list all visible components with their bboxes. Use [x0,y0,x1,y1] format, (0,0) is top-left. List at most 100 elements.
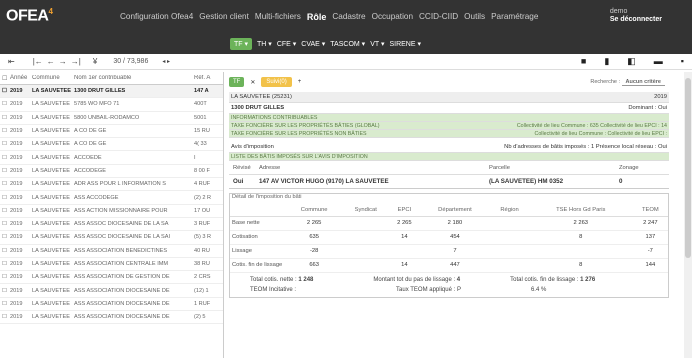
nav-occupation[interactable]: Occupation [372,12,413,22]
nav-cadastre[interactable]: Cadastre [332,12,365,22]
row-checkbox[interactable]: ☐ [2,288,10,294]
cell: LA SAUVETEE [32,114,70,121]
tab-suivi[interactable]: Suivi(0) [261,77,292,87]
top-navbar: OFEA4 Configuration Ofea4 Gestion client… [0,0,692,33]
nav-gestion-client[interactable]: Gestion client [199,12,249,22]
tab-tf[interactable]: TF [229,77,245,87]
app-logo[interactable]: OFEA4 [6,7,116,25]
row-checkbox[interactable]: ☐ [2,248,10,254]
cell: LA SAUVETEE [32,314,70,321]
section-info-contrib[interactable]: INFORMATIONS CONTRIBUABLES [229,114,669,122]
nav-multi-fichiers[interactable]: Multi-fichiers [255,12,301,22]
row-checkbox[interactable]: ☐ [2,88,10,94]
row-checkbox[interactable]: ☐ [2,128,10,134]
list-item[interactable]: ☐ 2019 LA SAUVETEE ASS ASSOC DIOCESAINE DE … [0,231,223,245]
tax-row: Lissage -28 7 -7 [230,244,668,259]
row-checkbox[interactable]: ☐ [2,141,10,147]
logout-link[interactable]: Se déconnecter [610,16,662,23]
record-toolbar: ⇤ |← ← → →| ¥ 30 / 73,986 ◂ ▸ ■ ▮ ◧ ▬ ▪ [0,54,692,70]
subnav-th[interactable]: TH ▾ [257,40,272,48]
list-item[interactable]: ☐ 2019 LA SAUVETEE ACCOEDE I [0,151,223,165]
cell: ADR ASS POUR L INFORMATION S [74,181,166,188]
next-record-icon[interactable]: → [59,57,67,66]
row-checkbox[interactable]: ☐ [2,314,10,320]
subnav-cfe[interactable]: CFE ▾ [277,40,296,48]
nav-configuration[interactable]: Configuration Ofea4 [120,12,193,22]
scroll-arrows-icon[interactable]: ◂ ▸ [162,58,170,65]
row-checkbox[interactable]: ☐ [2,115,10,121]
close-icon[interactable]: ✕ [250,79,255,86]
row-checkbox[interactable]: ☐ [2,261,10,267]
list-item[interactable]: ☐ 2019 LA SAUVETEE A CO DE GE 4( 33 [0,138,223,152]
row-checkbox[interactable]: ☐ [2,274,10,280]
subnav-sirene[interactable]: SIRENE ▾ [389,40,421,48]
first-record-icon[interactable]: |← [33,57,43,66]
row-checkbox[interactable]: ☐ [2,155,10,161]
document-icon[interactable]: ▮ [604,56,609,67]
search-criteria[interactable]: Recherche : Aucun critère [590,79,665,86]
cell: LA SAUVETEE [32,287,70,294]
tax-cell: 2 247 [632,216,668,231]
prev-record-icon[interactable]: ← [47,57,55,66]
row-checkbox[interactable]: ☐ [2,301,10,307]
subnav-vt[interactable]: VT ▾ [370,40,384,48]
fields-values[interactable]: Oui 147 AV VICTOR HUGO (9170) LA SAUVETE… [229,175,669,189]
add-tab-icon[interactable]: + [298,79,302,85]
tax-cell [389,244,420,259]
row-checkbox[interactable]: ☐ [2,221,10,227]
row-checkbox[interactable]: ☐ [2,168,10,174]
user-menu[interactable]: demo Se déconnecter [610,8,662,24]
panel-icon[interactable]: ◧ [627,56,636,67]
nav-parametrage[interactable]: Paramétrage [491,12,538,22]
total-lissage: Montant tot du pas de lissage : 4 [373,276,461,283]
row-checkbox[interactable]: ☐ [2,181,10,187]
list-item[interactable]: ☐ 2019 LA SAUVETEE ASS ACCODEGE (2) 2 R [0,191,223,205]
list-item[interactable]: ☐ 2019 LA SAUVETEE ASS ASSOC DIOCESAINE DE … [0,218,223,232]
list-item[interactable]: ☐ 2019 LA SAUVETEE A CO DE GE 15 RU [0,125,223,139]
subnav-tf[interactable]: TF ▾ [230,37,253,50]
row-checkbox[interactable]: ☐ [2,234,10,240]
list-item[interactable]: ☐ 2019 LA SAUVETEE ASS ASSOCIATION DIOCESAI… [0,298,223,312]
list-item[interactable]: ☐ 2019 LA SAUVETEE ASS ACTION MISSIONNAIRE … [0,205,223,218]
list-item[interactable]: ☐ 2019 LA SAUVETEE ADR ASS POUR L INFORMATI… [0,178,223,192]
tax-cell: 7 [419,244,491,259]
fields-header: Révisé Adresse Parcelle Zonage [229,161,669,175]
tax-cell: 2 265 [389,216,420,231]
col-nom[interactable]: Nom 1er contribuable [74,75,194,81]
filter-icon[interactable]: ¥ [93,57,97,66]
list-item[interactable]: ☐ 2019 LA SAUVETEE ASS ASSOCIATION DE GESTI… [0,271,223,285]
tax-cell: -28 [286,244,343,259]
list-item[interactable]: ☐ 2019 LA SAUVETEE ACCODEGE 8 00 F [0,165,223,179]
tax-subnav: TF ▾ TH ▾ CFE ▾ CVAE ▾ TASCOM ▾ VT ▾ SIR… [0,33,692,54]
col-commune[interactable]: Commune [32,75,74,81]
collapse-icon[interactable]: ⇤ [8,57,15,66]
save-icon[interactable]: ■ [581,56,586,67]
nav-ccid[interactable]: CCID-CIID [419,12,458,22]
last-record-icon[interactable]: →| [71,57,81,66]
row-checkbox[interactable]: ☐ [2,208,10,214]
nav-role[interactable]: Rôle [307,12,327,22]
list-item[interactable]: ☐ 2019 LA SAUVETEE ASS ASSOCIATION DIOCESAI… [0,284,223,298]
list-item[interactable]: ☐ 2019 LA SAUVETEE 5785 WO MFO 71 400T [0,98,223,112]
row-checkbox[interactable]: ☐ [2,195,10,201]
col-ref[interactable]: Réf. A [194,75,220,81]
nav-outils[interactable]: Outils [464,12,485,22]
subnav-cvae[interactable]: CVAE ▾ [301,40,325,48]
section-tfpnb[interactable]: TAXE FONCIÈRE SUR LES PROPRIÉTÉS NON BÂT… [229,130,669,138]
section-batis[interactable]: LISTE DES BÂTIS IMPOSÉS SUR L'AVIS D'IMP… [229,153,669,161]
scrollbar[interactable] [684,72,692,358]
list-item[interactable]: ☐ 2019 LA SAUVETEE ASS ASSOCIATION DIOCESAI… [0,311,223,325]
list-item[interactable]: ☐ 2019 LA SAUVETEE 5800 UNBAIL-RODAMCO 5001 [0,112,223,125]
subnav-tascom[interactable]: TASCOM ▾ [330,40,365,48]
print-icon[interactable]: ▬ [654,56,663,67]
section-tfpb[interactable]: TAXE FONCIÈRE SUR LES PROPRIÉTÉS BÂTIES … [229,122,669,130]
cell: LA SAUVETEE [32,274,70,281]
select-all-checkbox[interactable]: ☐ [2,75,10,82]
list-item[interactable]: ☐ 2019 LA SAUVETEE ASS ASSOCIATION BENEDICT… [0,245,223,258]
list-item[interactable]: ☐ 2019 LA SAUVETEE 1300 DRUT GILLES 147 A [0,85,223,99]
row-checkbox[interactable]: ☐ [2,101,10,107]
cell: 3 RUF [194,221,211,228]
export-icon[interactable]: ▪ [681,56,684,67]
list-item[interactable]: ☐ 2019 LA SAUVETEE ASS ASSOCIATION CENTRALE… [0,258,223,272]
col-annee[interactable]: Année [10,75,32,81]
